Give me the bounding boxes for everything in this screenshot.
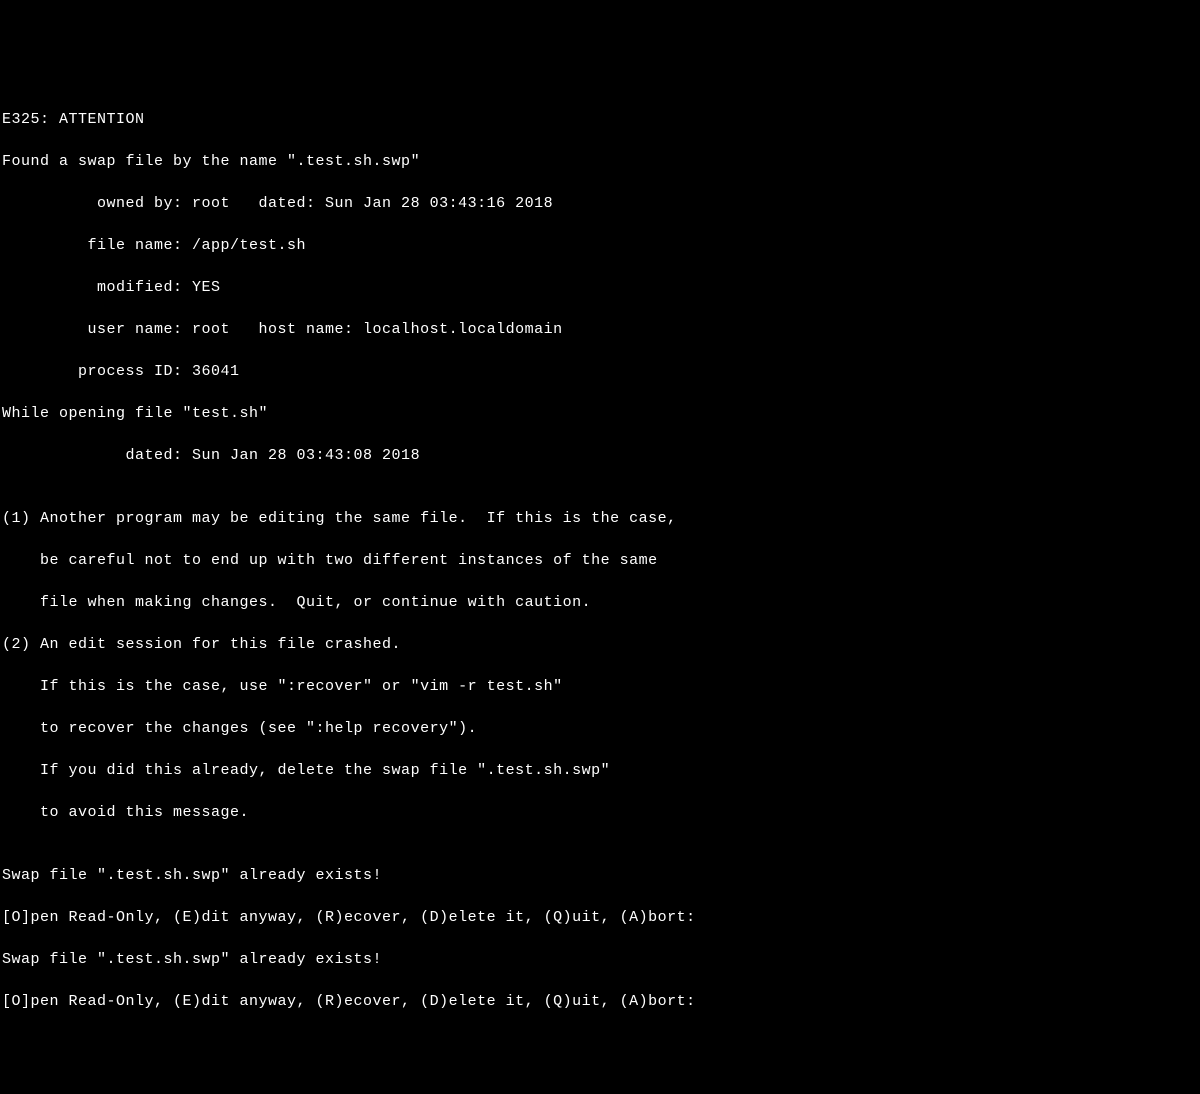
warning-1-line-3: file when making changes. Quit, or conti… (2, 592, 1198, 613)
options-prompt-1[interactable]: [O]pen Read-Only, (E)dit anyway, (R)ecov… (2, 907, 1198, 928)
file-name-line: file name: /app/test.sh (2, 235, 1198, 256)
while-opening-line: While opening file "test.sh" (2, 403, 1198, 424)
warning-2-line-5: to avoid this message. (2, 802, 1198, 823)
warning-2-line-1: (2) An edit session for this file crashe… (2, 634, 1198, 655)
user-name-line: user name: root host name: localhost.loc… (2, 319, 1198, 340)
error-header: E325: ATTENTION (2, 109, 1198, 130)
terminal-output[interactable]: E325: ATTENTION Found a swap file by the… (2, 88, 1198, 1033)
warning-2-line-2: If this is the case, use ":recover" or "… (2, 676, 1198, 697)
swap-file-found: Found a swap file by the name ".test.sh.… (2, 151, 1198, 172)
warning-2-line-4: If you did this already, delete the swap… (2, 760, 1198, 781)
options-prompt-2[interactable]: [O]pen Read-Only, (E)dit anyway, (R)ecov… (2, 991, 1198, 1012)
warning-1-line-1: (1) Another program may be editing the s… (2, 508, 1198, 529)
warning-2-line-3: to recover the changes (see ":help recov… (2, 718, 1198, 739)
swap-exists-2: Swap file ".test.sh.swp" already exists! (2, 949, 1198, 970)
owned-by-line: owned by: root dated: Sun Jan 28 03:43:1… (2, 193, 1198, 214)
dated-line: dated: Sun Jan 28 03:43:08 2018 (2, 445, 1198, 466)
warning-1-line-2: be careful not to end up with two differ… (2, 550, 1198, 571)
swap-exists-1: Swap file ".test.sh.swp" already exists! (2, 865, 1198, 886)
modified-line: modified: YES (2, 277, 1198, 298)
process-id-line: process ID: 36041 (2, 361, 1198, 382)
